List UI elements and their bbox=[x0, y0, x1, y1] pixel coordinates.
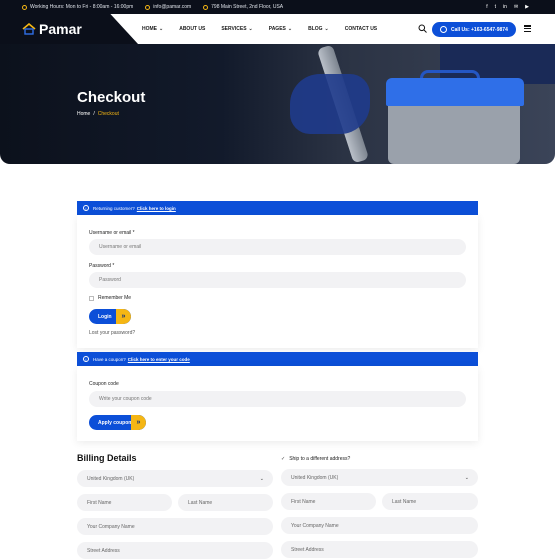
password-input[interactable]: Password bbox=[89, 272, 466, 288]
working-hours-text: Working Hours: Mon to Fri - 8:00am - 16:… bbox=[30, 4, 134, 10]
search-icon[interactable] bbox=[418, 24, 427, 33]
clock-icon bbox=[22, 4, 27, 10]
youtube-icon[interactable]: ▶ bbox=[525, 4, 529, 10]
address-text: 798 Main Street, 2nd Floor, USA bbox=[211, 4, 284, 10]
chevron-down-icon: ⌄ bbox=[464, 474, 469, 481]
call-us-button[interactable]: Call Us: +163-6547-9874 bbox=[432, 22, 516, 37]
chevron-down-icon: ⌄ bbox=[259, 475, 264, 482]
breadcrumb-current: Checkout bbox=[97, 111, 119, 117]
nav-services[interactable]: SERVICES ⌄ bbox=[221, 26, 252, 32]
working-hours: Working Hours: Mon to Fri - 8:00am - 16:… bbox=[22, 4, 133, 10]
email-text[interactable]: info@pamar.com bbox=[153, 4, 191, 10]
coupon-notice: i Have a coupon? Click here to enter you… bbox=[77, 352, 478, 366]
nav-label: ABOUT US bbox=[179, 26, 206, 32]
chevron-down-icon: ⌄ bbox=[324, 26, 329, 32]
coupon-label: Coupon code bbox=[89, 381, 119, 387]
nav-label: BLOG bbox=[308, 26, 323, 32]
returning-customer-notice: i Returning customer? Click here to logi… bbox=[77, 201, 478, 215]
hero-image-glove bbox=[290, 74, 370, 134]
phone-icon bbox=[440, 26, 447, 33]
shipping-country-select[interactable]: United Kingdom (UK) ⌄ bbox=[281, 469, 478, 486]
breadcrumb-home[interactable]: Home bbox=[77, 111, 90, 117]
login-button-label: Login bbox=[98, 313, 112, 320]
house-logo-icon bbox=[22, 23, 36, 35]
call-us-label: Call Us: +163-6547-9874 bbox=[451, 26, 508, 33]
location-icon bbox=[203, 4, 209, 10]
nav-pages[interactable]: PAGES ⌄ bbox=[269, 26, 292, 32]
info-icon: i bbox=[83, 205, 89, 211]
site-header: Pamar HOME ⌄ ABOUT US SERVICES ⌄ PAGES ⌄ BL… bbox=[0, 14, 555, 44]
info-icon: i bbox=[83, 356, 89, 362]
billing-company-input[interactable]: Your Company Name bbox=[77, 518, 273, 535]
top-bar: Working Hours: Mon to Fri - 8:00am - 16:… bbox=[0, 0, 555, 14]
coupon-input[interactable]: Write your coupon code bbox=[89, 391, 466, 407]
email-contact[interactable]: info@pamar.com bbox=[145, 4, 191, 10]
billing-first-name-input[interactable]: First Name bbox=[77, 494, 172, 511]
chevron-down-icon: ⌄ bbox=[287, 26, 293, 32]
billing-country-select[interactable]: United Kingdom (UK) ⌄ bbox=[77, 470, 273, 487]
coupon-notice-text: Have a coupon? bbox=[93, 356, 126, 362]
facebook-icon[interactable]: f bbox=[486, 4, 487, 10]
login-form: Username or email * Username or email Pa… bbox=[77, 215, 478, 348]
billing-last-name-input[interactable]: Last Name bbox=[178, 494, 273, 511]
nav-label: PAGES bbox=[268, 26, 286, 32]
page-hero: Checkout Home / Checkout bbox=[0, 44, 555, 164]
shipping-country-value: United Kingdom (UK) bbox=[291, 474, 339, 481]
mail-icon bbox=[145, 4, 151, 10]
lost-password-link[interactable]: Lost your password? bbox=[89, 330, 135, 336]
double-chevron-right-icon: » bbox=[131, 415, 146, 430]
shipping-company-input[interactable]: Your Company Name bbox=[281, 517, 478, 534]
shipping-street-input[interactable]: Street Address bbox=[281, 541, 478, 558]
shipping-last-name-input[interactable]: Last Name bbox=[382, 493, 478, 510]
returning-customer-text: Returning customer? bbox=[93, 205, 135, 211]
double-chevron-right-icon: » bbox=[116, 309, 131, 324]
billing-street-input[interactable]: Street Address bbox=[77, 542, 273, 559]
top-bar-info: Working Hours: Mon to Fri - 8:00am - 16:… bbox=[22, 4, 295, 10]
twitter-icon[interactable]: t bbox=[495, 4, 496, 10]
coupon-form: Coupon code Write your coupon code Apply… bbox=[77, 366, 478, 441]
coupon-toggle-link[interactable]: Click here to enter your code bbox=[128, 357, 190, 362]
nav-contact[interactable]: CONTACT US bbox=[345, 26, 377, 32]
linkedin-icon[interactable]: in bbox=[503, 4, 507, 10]
remember-label: Remember Me bbox=[98, 295, 132, 301]
billing-country-value: United Kingdom (UK) bbox=[87, 475, 135, 482]
hamburger-menu-icon[interactable] bbox=[524, 25, 531, 32]
nav-label: SERVICES bbox=[221, 26, 247, 32]
remember-me[interactable]: Remember Me bbox=[89, 295, 131, 301]
apply-coupon-button[interactable]: Apply coupon » bbox=[89, 415, 146, 430]
nav-about[interactable]: ABOUT US bbox=[179, 26, 205, 32]
ship-different-label: Ship to a different address? bbox=[289, 456, 351, 462]
ship-different-address[interactable]: ✓ Ship to a different address? bbox=[281, 456, 350, 462]
logo-text: Pamar bbox=[39, 21, 82, 37]
username-label: Username or email * bbox=[89, 230, 135, 236]
address-contact: 798 Main Street, 2nd Floor, USA bbox=[203, 4, 283, 10]
check-icon[interactable]: ✓ bbox=[281, 456, 285, 462]
apply-coupon-label: Apply coupon bbox=[98, 419, 132, 426]
login-toggle-link[interactable]: Click here to login bbox=[137, 206, 176, 211]
page-title: Checkout bbox=[77, 89, 146, 106]
password-label: Password * bbox=[89, 263, 115, 269]
breadcrumb: Home / Checkout bbox=[77, 111, 119, 117]
logo[interactable]: Pamar bbox=[0, 14, 138, 44]
username-input[interactable]: Username or email bbox=[89, 239, 466, 255]
nav-home[interactable]: HOME ⌄ bbox=[142, 26, 163, 32]
nav-blog[interactable]: BLOG ⌄ bbox=[308, 26, 329, 32]
hero-image-toolbox-lid bbox=[386, 78, 524, 106]
breadcrumb-separator: / bbox=[93, 111, 95, 117]
chevron-down-icon: ⌄ bbox=[159, 26, 164, 32]
social-links: f t in ✉ ▶ bbox=[479, 4, 529, 10]
login-button[interactable]: Login » bbox=[89, 309, 131, 324]
nav-label: CONTACT US bbox=[344, 26, 378, 32]
chevron-down-icon: ⌄ bbox=[248, 26, 253, 32]
billing-title: Billing Details bbox=[77, 453, 137, 463]
remember-checkbox[interactable] bbox=[89, 295, 94, 301]
main-nav: HOME ⌄ ABOUT US SERVICES ⌄ PAGES ⌄ BLOG ⌄ CO… bbox=[142, 14, 393, 44]
shipping-first-name-input[interactable]: First Name bbox=[281, 493, 376, 510]
nav-label: HOME bbox=[142, 26, 157, 32]
mail-social-icon[interactable]: ✉ bbox=[514, 4, 518, 10]
